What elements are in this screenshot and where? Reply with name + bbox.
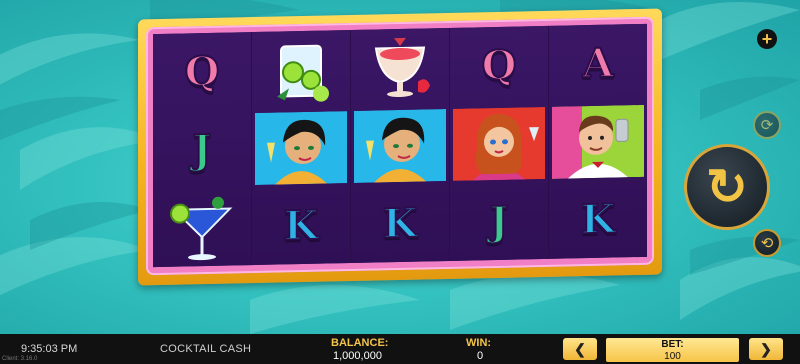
symbol-bartender-man xyxy=(549,101,647,181)
symbol-strawberry-cocktail xyxy=(351,28,449,108)
bet-display: BET: 100 xyxy=(606,338,739,362)
woman-red-hair-icon xyxy=(453,106,545,181)
lime-tumbler-icon xyxy=(277,44,329,102)
bartender-man-icon xyxy=(552,104,644,179)
clock: 9:35:03 PM xyxy=(21,343,78,355)
reel-1: QJ xyxy=(153,32,252,268)
reel-grid: QJKKQJAK xyxy=(153,23,647,268)
reel-frame: QJKKQJAK xyxy=(138,8,662,286)
symbol-a: A xyxy=(549,24,647,104)
autoplay-button[interactable]: ⟳ xyxy=(753,111,781,139)
spin-button[interactable]: ↻ xyxy=(684,144,770,230)
symbol-letter: A xyxy=(581,39,614,89)
game-title: COCKTAIL CASH xyxy=(160,343,252,355)
symbol-letter: K xyxy=(580,194,617,244)
autoplay-icon: ⟳ xyxy=(760,117,774,134)
client-version: Client: 3.16.0 xyxy=(2,356,38,362)
win-label: WIN: xyxy=(466,337,492,349)
bottom-bar: 9:35:03 PM Client: 3.16.0 COCKTAIL CASH … xyxy=(0,334,800,364)
symbol-q: Q xyxy=(450,26,548,106)
reel-3: K xyxy=(351,27,450,264)
symbol-letter: K xyxy=(382,198,419,248)
strawberry-cocktail-icon xyxy=(374,37,430,97)
symbol-letter: J xyxy=(489,196,510,245)
symbol-martini-glass xyxy=(153,187,251,267)
symbol-j: J xyxy=(153,110,251,190)
reel-4: QJ xyxy=(450,25,549,261)
plus-icon[interactable]: + xyxy=(757,29,777,49)
symbol-k: K xyxy=(351,183,449,263)
bet-decrease-button[interactable]: ❮ xyxy=(563,338,597,360)
symbol-q: Q xyxy=(153,32,251,112)
chevron-right-icon: ❯ xyxy=(760,340,772,357)
balance-value: 1,000,000 xyxy=(333,350,382,362)
chevron-left-icon: ❮ xyxy=(574,340,586,357)
bet-value: 100 xyxy=(664,351,681,362)
bet-increase-button[interactable]: ❯ xyxy=(749,338,783,360)
symbol-woman-dark-hair xyxy=(351,106,449,186)
symbol-woman-dark-hair xyxy=(252,108,350,188)
symbol-lime-tumbler xyxy=(252,30,350,110)
balance-label: BALANCE: xyxy=(331,337,389,349)
symbol-letter: Q xyxy=(184,47,221,97)
turbo-button[interactable]: ⟲ xyxy=(753,229,781,257)
woman-dark-hair-icon xyxy=(255,110,347,185)
symbol-letter: Q xyxy=(481,41,518,91)
reel-frame-border: QJKKQJAK xyxy=(146,16,654,276)
symbol-woman-red-hair xyxy=(450,104,548,184)
woman-dark-hair-icon xyxy=(354,108,446,183)
spin-icon: ↻ xyxy=(706,159,748,215)
bet-label: BET: xyxy=(661,339,684,350)
symbol-letter: J xyxy=(192,125,213,174)
symbol-j: J xyxy=(450,181,548,261)
turbo-icon: ⟲ xyxy=(760,235,774,252)
symbol-k: K xyxy=(549,179,647,259)
martini-glass-icon xyxy=(170,196,233,261)
symbol-k: K xyxy=(252,185,350,265)
symbol-letter: K xyxy=(283,200,320,250)
win-value: 0 xyxy=(477,350,484,362)
reel-2: K xyxy=(252,30,351,266)
reel-5: AK xyxy=(549,23,647,259)
